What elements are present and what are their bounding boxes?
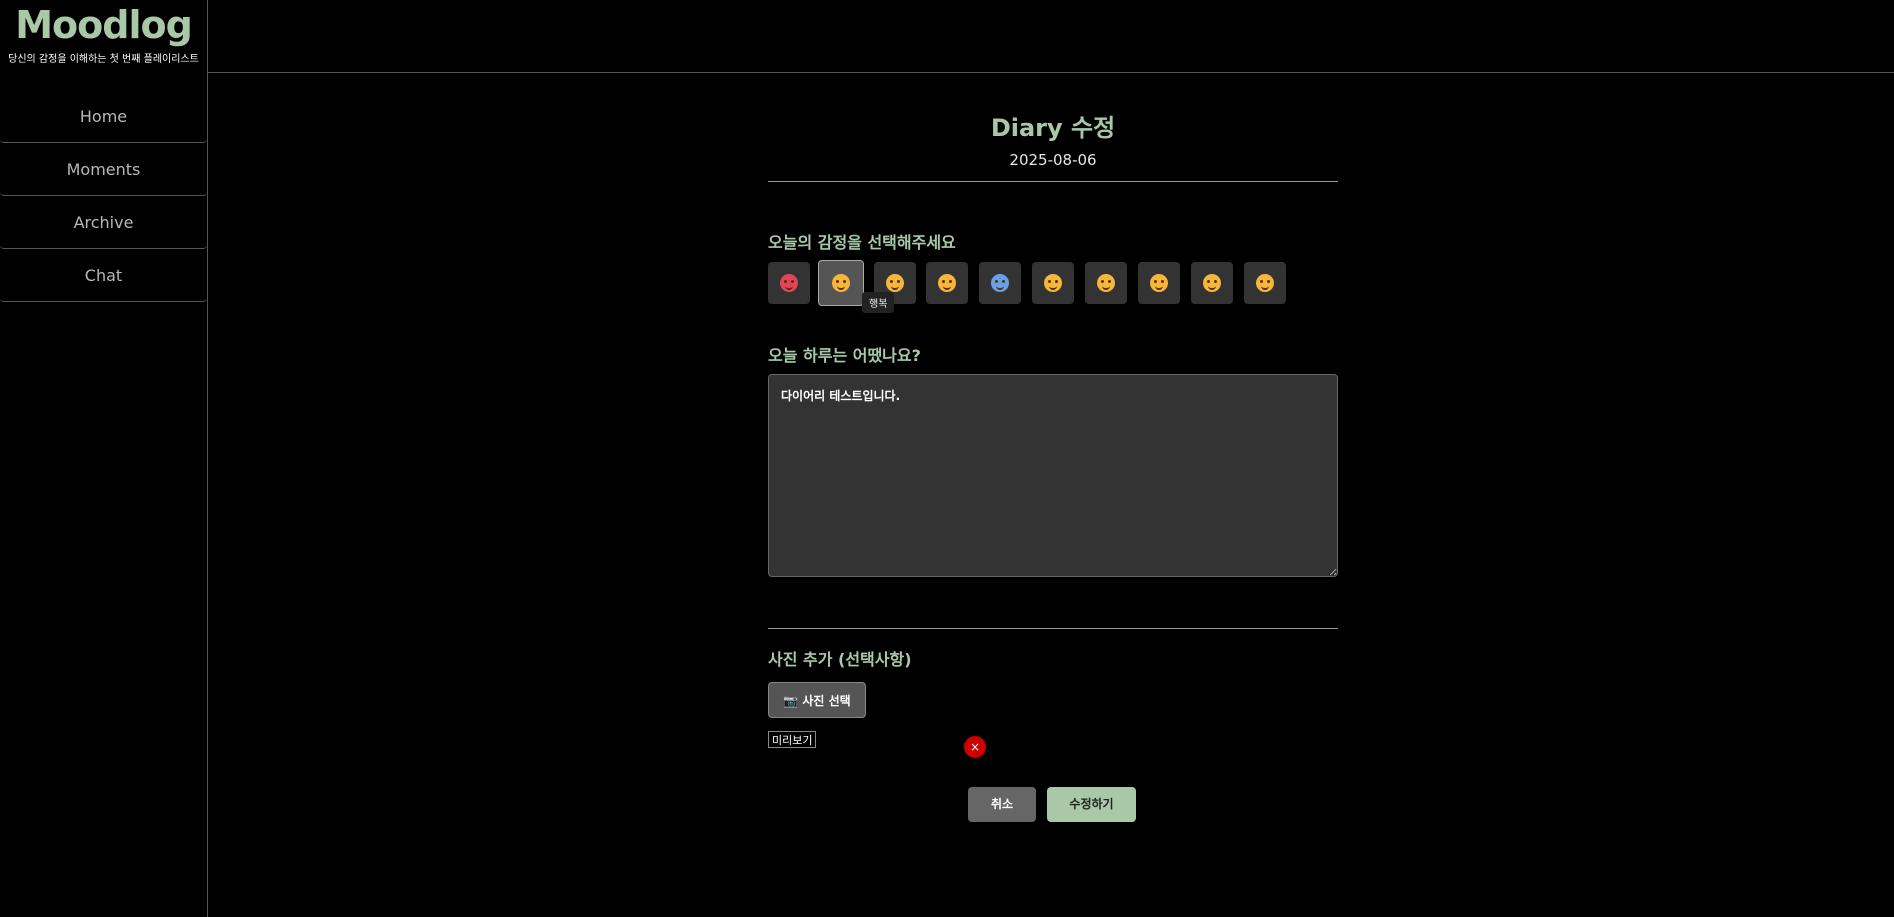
divider <box>768 181 1338 182</box>
frowning-face-icon <box>1044 274 1062 292</box>
sidebar-nav: Home Moments Archive Chat <box>0 91 207 302</box>
flushed-face-icon <box>886 274 904 292</box>
angry-face-icon <box>780 274 798 292</box>
emotion-button[interactable] <box>768 262 810 304</box>
top-bar <box>208 0 1894 73</box>
diary-textarea[interactable]: 다이어리 테스트입니다. <box>768 374 1338 577</box>
sidebar-item-chat[interactable]: Chat <box>0 250 207 302</box>
logo[interactable]: Moodlog 당신의 감정을 이해하는 첫 번째 플레이리스트 <box>0 0 207 65</box>
emotion-button[interactable] <box>926 262 968 304</box>
sidebar-item-archive[interactable]: Archive <box>0 197 207 249</box>
emotion-button[interactable] <box>818 260 864 306</box>
save-button[interactable]: 수정하기 <box>1047 787 1136 822</box>
emotion-button[interactable] <box>1244 262 1286 304</box>
logo-title[interactable]: Moodlog <box>0 2 207 48</box>
emotion-button[interactable] <box>1191 262 1233 304</box>
emotion-button[interactable] <box>1138 262 1180 304</box>
emotion-button[interactable] <box>979 262 1021 304</box>
remove-photo-button[interactable]: × <box>964 736 986 758</box>
sidebar: Moodlog 당신의 감정을 이해하는 첫 번째 플레이리스트 Home Mo… <box>0 0 208 917</box>
sidebar-item-moments[interactable]: Moments <box>0 144 207 196</box>
photo-preview: 미리보기 <box>768 731 817 748</box>
photo-select-button[interactable]: 📷 사진 선택 <box>768 682 866 718</box>
diary-date: 2025-08-06 <box>1009 151 1097 169</box>
emotion-tooltip: 행복 <box>862 292 895 313</box>
diary-section-label: 오늘 하루는 어땠나요? <box>768 346 921 365</box>
emotion-button[interactable] <box>1032 262 1074 304</box>
sidebar-item-home[interactable]: Home <box>0 91 207 143</box>
divider <box>768 628 1338 629</box>
pensive-face-icon <box>1150 274 1168 292</box>
slightly-smiling-face-icon <box>1203 274 1221 292</box>
page-title: Diary 수정 <box>990 114 1116 142</box>
yawning-face-icon <box>1097 274 1115 292</box>
logo-subtitle: 당신의 감정을 이해하는 첫 번째 플레이리스트 <box>8 54 199 65</box>
zany-face-icon <box>1256 274 1274 292</box>
hand-over-mouth-face-icon <box>938 274 956 292</box>
smiling-face-icon <box>832 274 850 292</box>
screaming-face-icon <box>991 274 1009 292</box>
emotion-section-label: 오늘의 감정을 선택해주세요 <box>768 233 956 252</box>
cancel-button[interactable]: 취소 <box>968 787 1036 822</box>
emotion-button[interactable] <box>1085 262 1127 304</box>
photo-section-label: 사진 추가 (선택사항) <box>768 650 912 669</box>
